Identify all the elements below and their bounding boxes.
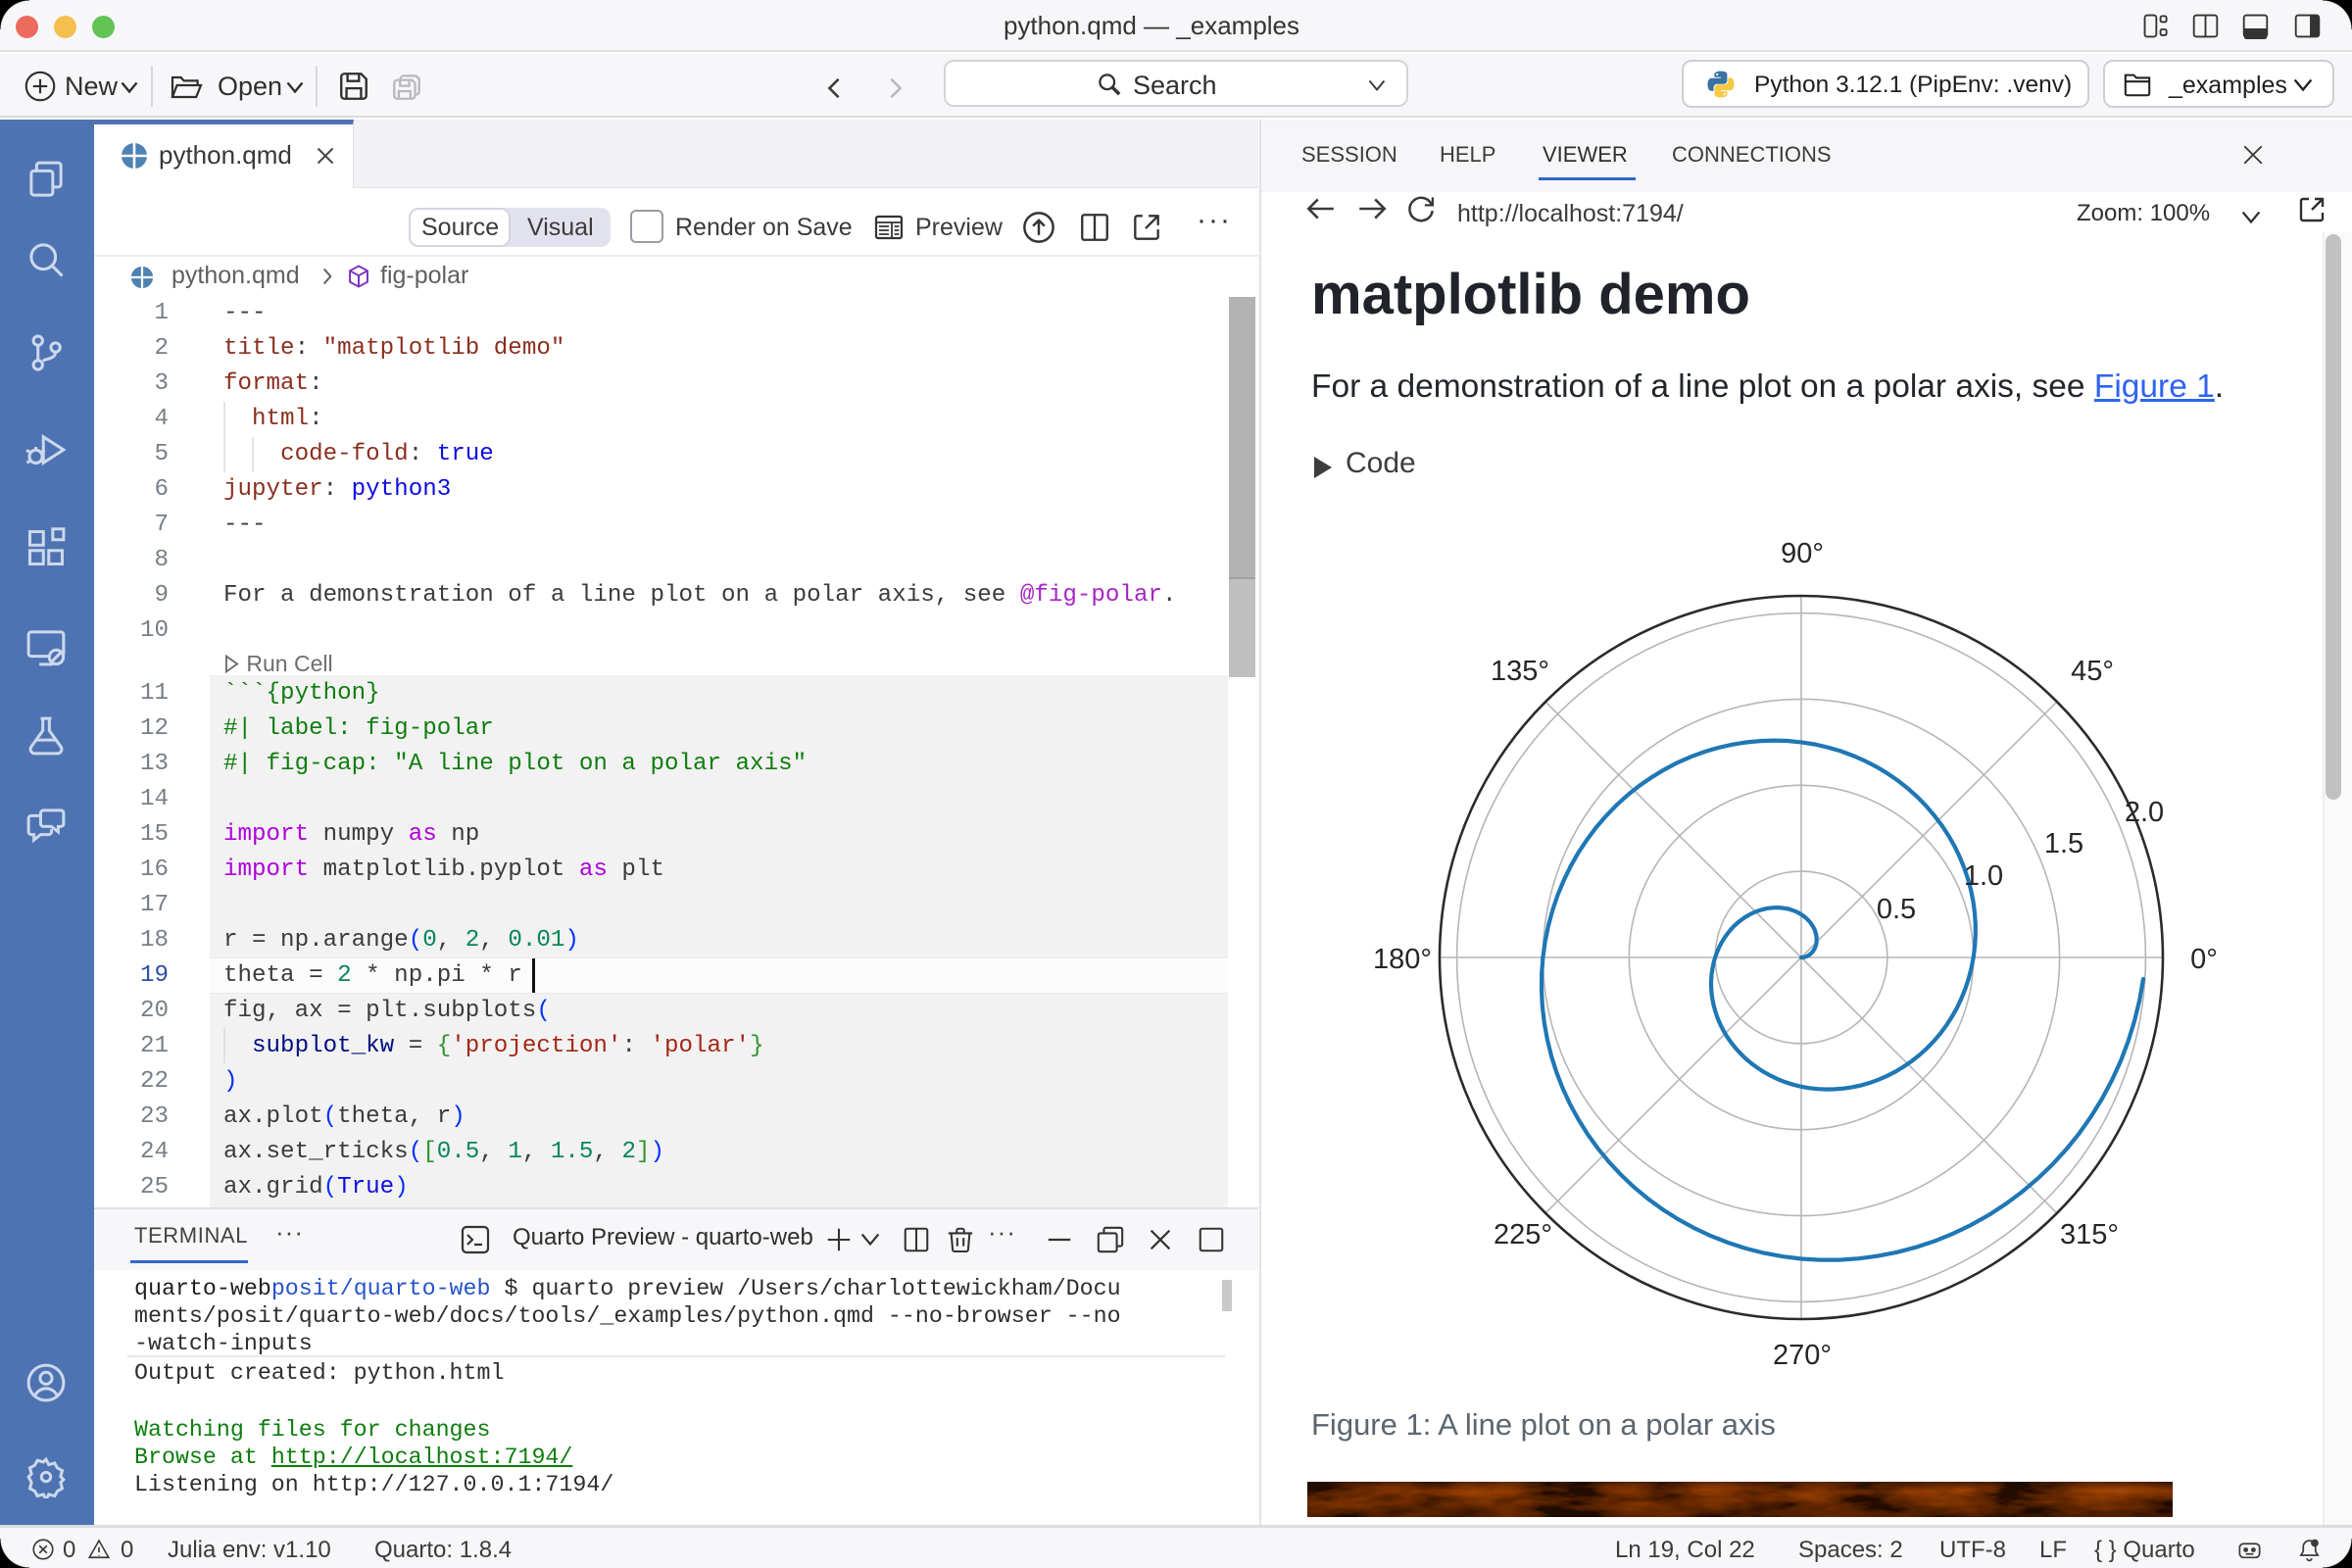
svg-text:315°: 315°: [2060, 1219, 2119, 1250]
svg-text:1.0: 1.0: [1964, 860, 2003, 892]
svg-text:2.0: 2.0: [2125, 797, 2164, 828]
svg-text:270°: 270°: [1773, 1340, 1832, 1371]
svg-text:1.5: 1.5: [2044, 828, 2083, 859]
svg-text:45°: 45°: [2071, 656, 2114, 687]
svg-text:90°: 90°: [1781, 538, 1824, 569]
svg-text:0°: 0°: [2190, 944, 2218, 975]
svg-text:135°: 135°: [1491, 656, 1549, 687]
svg-text:0.5: 0.5: [1877, 894, 1916, 925]
svg-text:225°: 225°: [1494, 1219, 1552, 1250]
svg-text:180°: 180°: [1373, 944, 1432, 975]
